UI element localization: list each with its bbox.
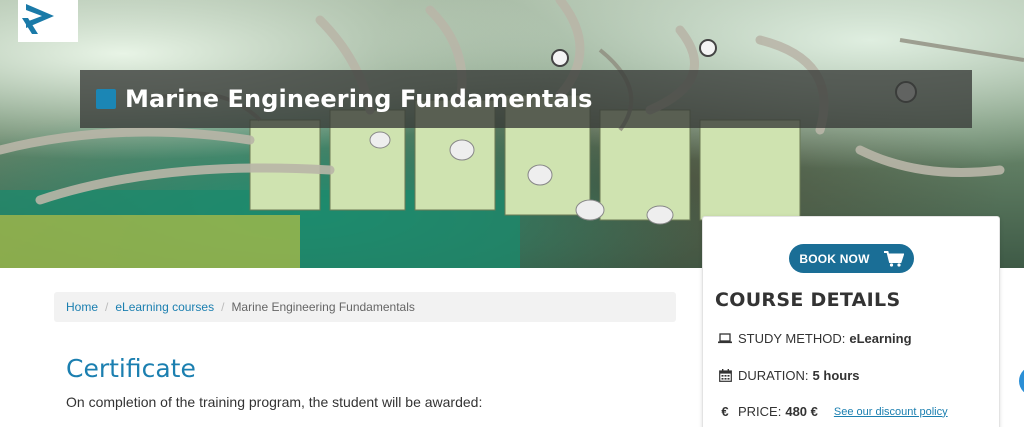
laptop-icon <box>717 332 733 346</box>
euro-icon: € <box>721 404 729 419</box>
title-band: Marine Engineering Fundamentals <box>80 70 972 128</box>
price-value: 480 € <box>785 404 818 419</box>
breadcrumb-home[interactable]: Home <box>66 300 98 314</box>
cart-icon <box>883 250 904 267</box>
title-square-icon <box>96 89 116 109</box>
breadcrumb: Home / eLearning courses / Marine Engine… <box>54 292 676 322</box>
study-method-row: STUDY METHOD: eLearning <box>717 331 912 346</box>
certificate-text: On completion of the training program, t… <box>66 394 483 410</box>
book-now-label: BOOK NOW <box>799 251 870 266</box>
price-row: € PRICE: 480 € See our discount policy <box>717 404 948 419</box>
study-method-label: STUDY METHOD: <box>738 331 846 346</box>
breadcrumb-separator: / <box>221 300 225 314</box>
study-method-value: eLearning <box>849 331 912 346</box>
logo-arrow-icon <box>22 4 54 34</box>
page-title: Marine Engineering Fundamentals <box>125 85 593 113</box>
course-details-card: BOOK NOW COURSE DETAILS STUDY METHOD: eL… <box>702 216 1000 427</box>
breadcrumb-current: Marine Engineering Fundamentals <box>231 300 415 314</box>
calendar-icon <box>717 369 733 383</box>
course-details-title: COURSE DETAILS <box>715 289 901 311</box>
duration-value: 5 hours <box>812 368 860 383</box>
price-label: PRICE: <box>738 404 782 419</box>
site-logo[interactable] <box>18 0 78 42</box>
chat-widget-button[interactable] <box>1019 366 1024 396</box>
breadcrumb-elearning-courses[interactable]: eLearning courses <box>115 300 214 314</box>
duration-row: DURATION: 5 hours <box>717 368 860 383</box>
breadcrumb-separator: / <box>105 300 109 314</box>
certificate-heading: Certificate <box>66 354 196 383</box>
duration-label: DURATION: <box>738 368 809 383</box>
discount-policy-link[interactable]: See our discount policy <box>834 406 948 418</box>
book-now-button[interactable]: BOOK NOW <box>789 244 914 273</box>
